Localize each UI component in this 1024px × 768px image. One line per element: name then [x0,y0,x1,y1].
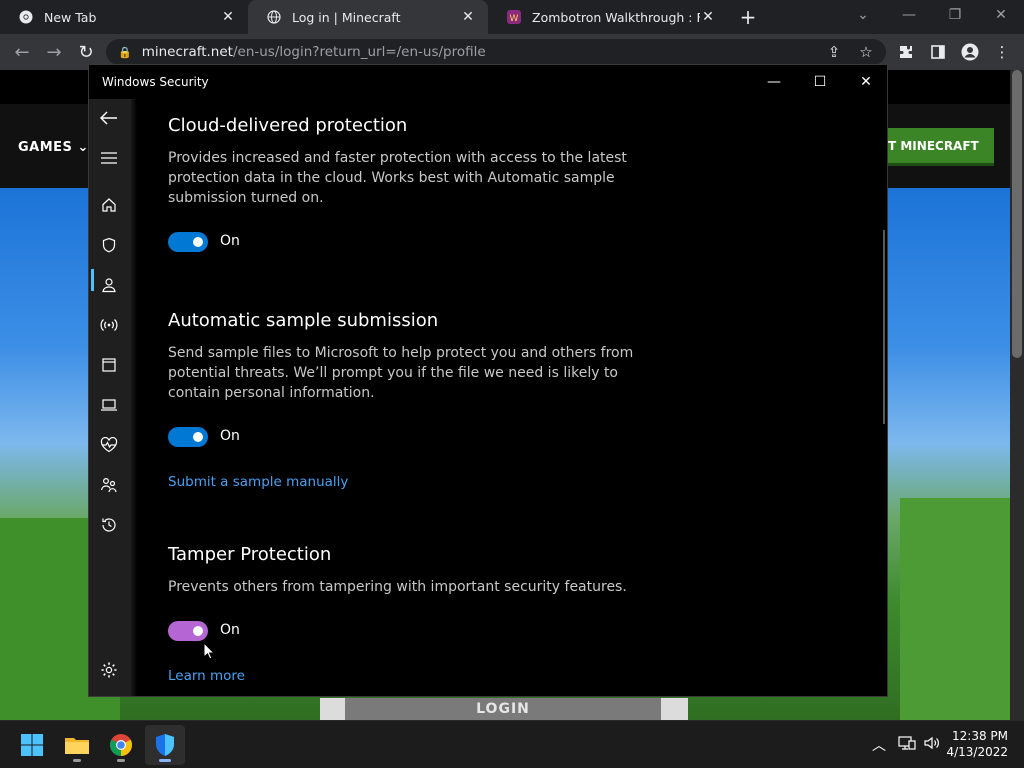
window-title: Windows Security [102,75,209,89]
running-indicator [73,759,81,762]
settings-gear-icon[interactable] [89,657,129,683]
windows-taskbar: ︿ 12:38 PM 4/13/2022 [0,720,1024,768]
settings-content: Cloud-delivered protection Provides incr… [137,99,877,696]
bookmark-star-icon[interactable]: ☆ [854,39,878,65]
content-scrollbar[interactable] [883,230,885,424]
tab-search-icon[interactable]: ⌄ [840,0,886,30]
close-browser-button[interactable]: ✕ [978,0,1024,30]
volume-icon[interactable] [923,735,941,755]
app-browser-control-icon[interactable] [89,352,129,378]
folder-icon [65,738,89,754]
url-path: /en-us/login?return_url=/en-us/profile [232,44,486,60]
back-arrow-icon[interactable] [89,105,129,131]
extensions-icon[interactable] [894,40,918,64]
mouse-cursor-icon [203,641,216,664]
windows-security-taskbar-button[interactable] [145,725,185,765]
security-shield-icon [156,734,174,756]
account-icon[interactable] [89,272,129,298]
family-options-icon[interactable] [89,472,129,498]
toggle-knob [193,626,203,636]
tamper-toggle-label: On [220,622,240,638]
chrome-taskbar-button[interactable] [101,725,141,765]
side-panel-icon[interactable] [926,40,950,64]
section-title-sample: Automatic sample submission [168,310,439,331]
start-button[interactable] [12,725,52,765]
page-scrollbar[interactable] [1010,70,1024,720]
tab-minecraft-login[interactable]: Log in | Minecraft ✕ [248,0,488,34]
running-indicator [117,759,125,762]
tab-new-tab[interactable]: New Tab ✕ [0,0,248,34]
tab-title: Zombotron Walkthrough : Friv [532,9,700,25]
maximize-button[interactable]: ☐ [797,65,843,99]
cloud-toggle-label: On [220,233,240,249]
browser-tab-strip: New Tab ✕ Log in | Minecraft ✕ W Zombotr… [0,0,1024,34]
tab-title: Log in | Minecraft [292,9,401,25]
forward-button[interactable]: → [42,40,66,64]
chrome-icon [110,734,132,756]
clock-date: 4/13/2022 [946,745,1008,759]
hamburger-menu-icon[interactable] [89,145,129,171]
toggle-knob [193,432,203,442]
sample-toggle-label: On [220,428,240,444]
globe-icon [266,9,282,25]
section-desc-sample: Send sample files to Microsoft to help p… [168,345,634,401]
learn-more-link[interactable]: Learn more [168,668,245,684]
active-nav-indicator [91,269,94,291]
shield-icon[interactable] [89,232,129,258]
section-desc-tamper: Prevents others from tampering with impo… [168,579,627,595]
device-security-icon[interactable] [89,392,129,418]
close-tab-icon[interactable]: ✕ [220,9,236,25]
device-health-icon[interactable] [89,432,129,458]
address-bar[interactable]: 🔒 minecraft.net/en-us/login?return_url=/… [106,39,886,65]
toggle-knob [193,237,203,247]
lock-icon: 🔒 [118,45,132,59]
window-titlebar: Windows Security — ☐ ✕ [89,65,887,99]
friv-icon: W [506,9,522,25]
profile-avatar-icon[interactable] [958,40,982,64]
new-tab-button[interactable]: + [737,6,759,28]
tab-title: New Tab [44,9,97,25]
home-icon[interactable] [89,192,129,218]
browser-menu-icon[interactable]: ⋮ [990,40,1014,64]
chrome-icon [18,9,34,25]
cloud-protection-toggle[interactable] [168,232,208,252]
restore-browser-button[interactable]: ❐ [932,0,978,30]
history-icon[interactable] [89,512,129,538]
share-icon[interactable]: ⇪ [822,39,846,65]
windows-security-window: Windows Security — ☐ ✕ Cloud-delivered p… [88,64,888,697]
section-title-cloud: Cloud-delivered protection [168,115,408,136]
windows-logo-icon [21,734,43,756]
close-button[interactable]: ✕ [843,65,889,99]
running-indicator [159,759,171,762]
section-desc-cloud: Provides increased and faster protection… [168,150,627,206]
login-button[interactable]: LOGIN [345,698,661,720]
tab-zombotron[interactable]: W Zombotron Walkthrough : Friv ✕ [488,0,728,34]
minimize-browser-button[interactable]: — [886,0,932,30]
reload-button[interactable]: ↻ [74,40,98,64]
clock-time: 12:38 PM [952,729,1008,743]
svg-text:W: W [510,14,519,24]
close-tab-icon[interactable]: ✕ [460,9,476,25]
url-host: minecraft.net [141,44,233,60]
sample-submission-toggle[interactable] [168,427,208,447]
section-title-tamper: Tamper Protection [168,544,332,565]
navigation-rail [89,99,129,696]
page-scrollbar-thumb[interactable] [1012,70,1022,358]
file-explorer-button[interactable] [57,725,97,765]
rail-shadow [129,99,137,696]
back-button[interactable]: ← [10,40,34,64]
minimize-button[interactable]: — [751,65,797,99]
tamper-protection-toggle[interactable] [168,621,208,641]
submit-sample-link[interactable]: Submit a sample manually [168,474,348,490]
games-menu[interactable]: GAMES ⌄ [18,140,89,155]
network-icon[interactable] [898,735,916,755]
get-minecraft-button[interactable]: T MINECRAFT [888,128,994,166]
system-clock[interactable]: 12:38 PM 4/13/2022 [946,728,1008,760]
firewall-network-icon[interactable] [89,312,129,338]
close-tab-icon[interactable]: ✕ [700,9,716,25]
show-hidden-icons-chevron[interactable]: ︿ [872,735,886,755]
